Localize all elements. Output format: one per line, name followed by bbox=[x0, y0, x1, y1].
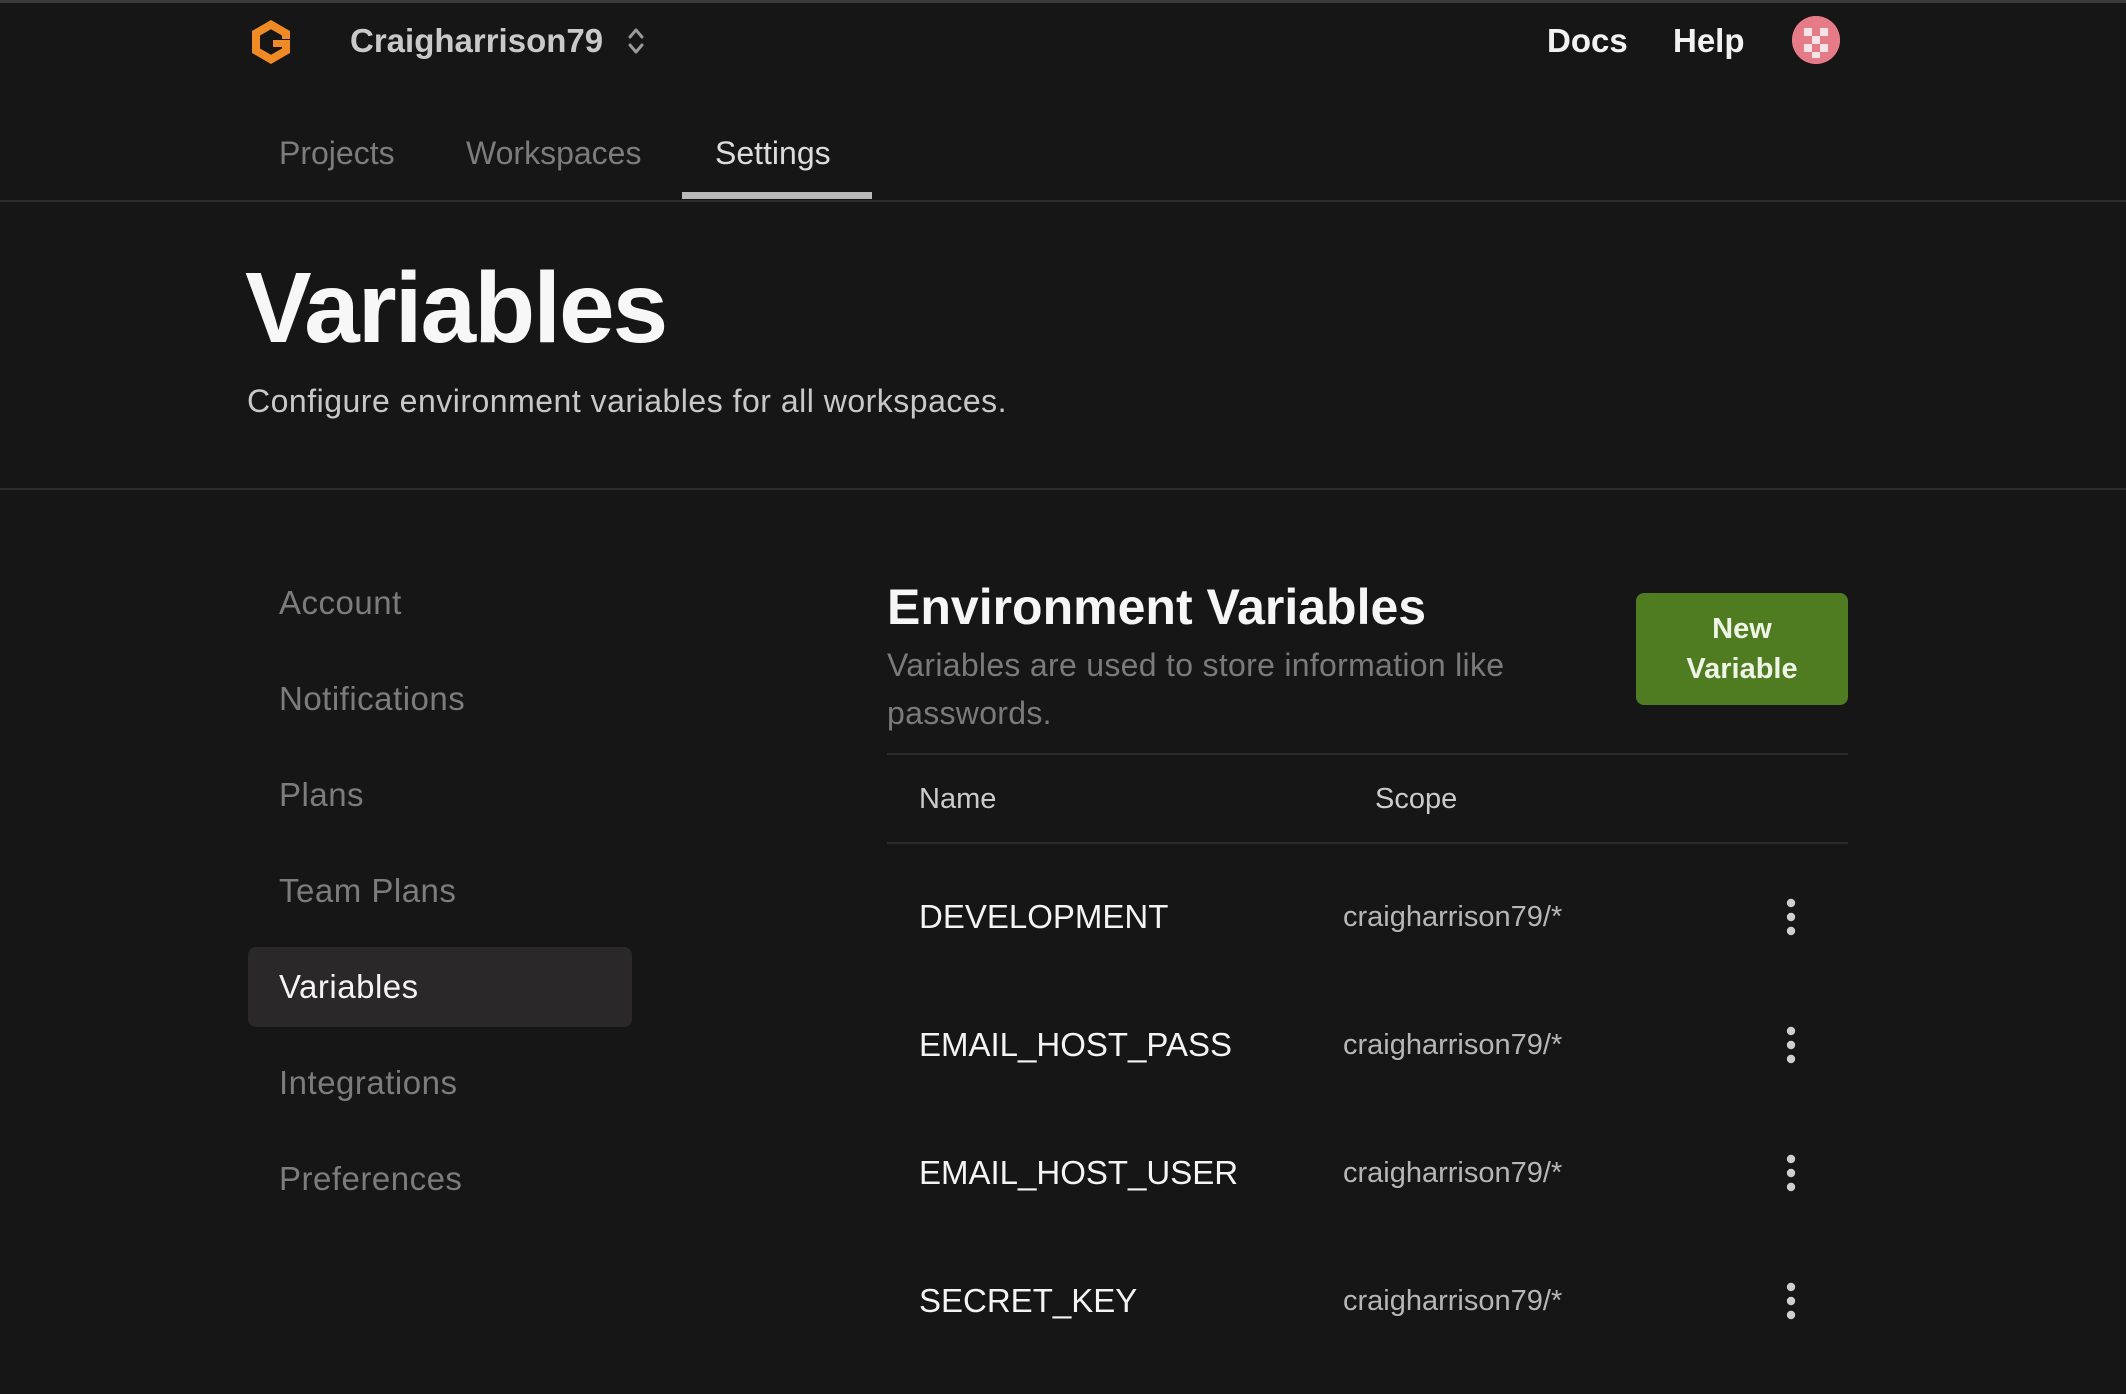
sidebar-item-label: Plans bbox=[279, 776, 365, 813]
sidebar-item-label: Variables bbox=[279, 968, 419, 1005]
variable-scope: craigharrison79/* bbox=[1343, 1157, 1563, 1189]
variable-name: EMAIL_HOST_USER bbox=[919, 1154, 1239, 1191]
sidebar-item-label: Team Plans bbox=[279, 872, 457, 909]
table-row[interactable]: EMAIL_HOST_PASS craigharrison79/* bbox=[887, 981, 1848, 1109]
logo-icon[interactable] bbox=[246, 17, 296, 67]
sidebar-item-notifications[interactable]: Notifications bbox=[248, 659, 632, 739]
workspace-name[interactable]: Craigharrison79 bbox=[350, 21, 603, 61]
table-header-divider bbox=[887, 842, 1848, 844]
more-vertical-icon[interactable] bbox=[1781, 1023, 1801, 1067]
header-divider bbox=[0, 488, 2126, 490]
docs-link[interactable]: Docs bbox=[1547, 21, 1628, 61]
column-header-name[interactable]: Name bbox=[919, 779, 996, 819]
sidebar-item-team-plans[interactable]: Team Plans bbox=[248, 851, 632, 931]
variable-name: SECRET_KEY bbox=[919, 1282, 1138, 1319]
top-navigation-bar: Craigharrison79 Docs Help bbox=[0, 3, 2126, 79]
settings-sidebar: Account Notifications Plans Team Plans V… bbox=[248, 563, 632, 1235]
variables-table: DEVELOPMENT craigharrison79/* EMAIL_HOST… bbox=[887, 853, 1848, 1365]
variable-scope: craigharrison79/* bbox=[1343, 1029, 1563, 1061]
sidebar-item-integrations[interactable]: Integrations bbox=[248, 1043, 632, 1123]
table-divider bbox=[887, 753, 1848, 755]
section-title: Environment Variables bbox=[887, 579, 1427, 635]
page-subtitle: Configure environment variables for all … bbox=[247, 383, 1008, 419]
new-variable-button[interactable]: New Variable bbox=[1636, 593, 1848, 705]
help-link[interactable]: Help bbox=[1673, 21, 1745, 61]
tab-projects[interactable]: Projects bbox=[279, 133, 395, 173]
avatar[interactable] bbox=[1792, 16, 1840, 64]
avatar-pattern-icon bbox=[1792, 16, 1840, 64]
sidebar-item-label: Integrations bbox=[279, 1064, 458, 1101]
sidebar-item-label: Preferences bbox=[279, 1160, 463, 1197]
variable-scope: craigharrison79/* bbox=[1343, 1285, 1563, 1317]
sidebar-item-variables[interactable]: Variables bbox=[248, 947, 632, 1027]
page-title: Variables bbox=[245, 252, 668, 364]
chevron-up-down-icon[interactable] bbox=[624, 23, 648, 59]
section-description: Variables are used to store information … bbox=[887, 647, 1505, 731]
sidebar-item-account[interactable]: Account bbox=[248, 563, 632, 643]
sidebar-item-preferences[interactable]: Preferences bbox=[248, 1139, 632, 1219]
variable-scope: craigharrison79/* bbox=[1343, 901, 1563, 933]
table-row[interactable]: EMAIL_HOST_USER craigharrison79/* bbox=[887, 1109, 1848, 1237]
sidebar-item-label: Account bbox=[279, 584, 402, 621]
variable-name: DEVELOPMENT bbox=[919, 898, 1169, 935]
variable-name: EMAIL_HOST_PASS bbox=[919, 1026, 1233, 1063]
more-vertical-icon[interactable] bbox=[1781, 895, 1801, 939]
more-vertical-icon[interactable] bbox=[1781, 1151, 1801, 1195]
sidebar-item-plans[interactable]: Plans bbox=[248, 755, 632, 835]
tab-workspaces[interactable]: Workspaces bbox=[466, 133, 641, 173]
main-tabs: Projects Workspaces Settings bbox=[0, 113, 2126, 202]
table-row[interactable]: DEVELOPMENT craigharrison79/* bbox=[887, 853, 1848, 981]
table-row[interactable]: SECRET_KEY craigharrison79/* bbox=[887, 1237, 1848, 1365]
sidebar-item-label: Notifications bbox=[279, 680, 466, 717]
active-tab-indicator bbox=[682, 192, 872, 199]
more-vertical-icon[interactable] bbox=[1781, 1279, 1801, 1323]
settings-page: Craigharrison79 Docs Help Projects Works… bbox=[0, 0, 2126, 1394]
tab-settings[interactable]: Settings bbox=[715, 133, 831, 173]
column-header-scope[interactable]: Scope bbox=[1375, 779, 1457, 819]
